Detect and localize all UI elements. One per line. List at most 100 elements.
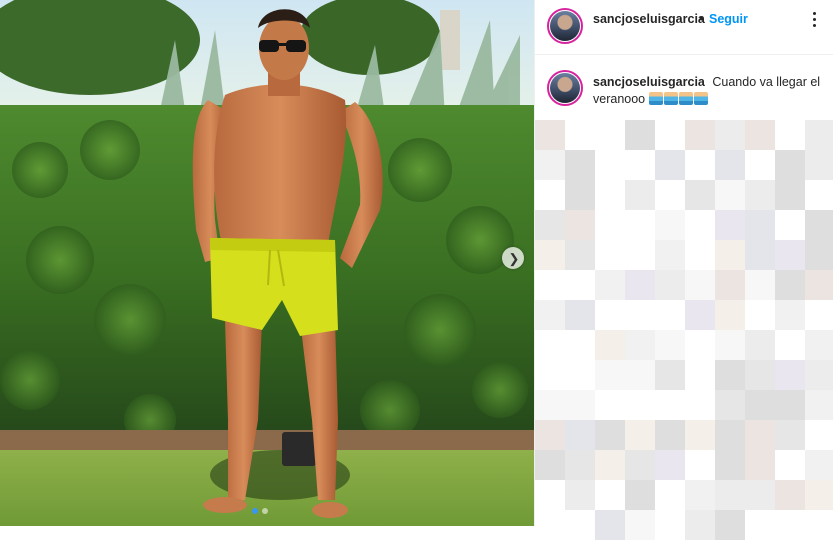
mosaic-block <box>715 480 745 510</box>
mosaic-block <box>625 450 655 480</box>
mosaic-block <box>625 480 655 510</box>
mosaic-block <box>745 390 775 420</box>
separator-dot: • <box>699 10 704 26</box>
caption-username-link[interactable]: sancjoseluisgarcia <box>593 75 705 89</box>
swimmer-emoji <box>648 92 663 105</box>
mosaic-block <box>805 150 833 180</box>
mosaic-block <box>715 210 745 240</box>
mosaic-block <box>745 360 775 390</box>
mosaic-block <box>715 300 745 330</box>
mosaic-block <box>745 120 775 150</box>
post-side-panel: sancjoseluisgarcia • Seguir sancjoseluis… <box>534 0 833 540</box>
mosaic-block <box>715 390 745 420</box>
mosaic-block <box>775 390 805 420</box>
mosaic-block <box>805 270 833 300</box>
mosaic-block <box>565 210 595 240</box>
mosaic-block <box>805 390 833 420</box>
mosaic-block <box>715 180 745 210</box>
mosaic-block <box>595 330 625 360</box>
mosaic-block <box>685 420 715 450</box>
mosaic-block <box>805 210 833 240</box>
mosaic-block <box>685 270 715 300</box>
mosaic-block <box>655 150 685 180</box>
mosaic-block <box>715 360 745 390</box>
mosaic-block <box>625 420 655 450</box>
mosaic-block <box>535 150 565 180</box>
mosaic-block <box>805 240 833 270</box>
mosaic-block <box>595 360 625 390</box>
mosaic-block <box>625 360 655 390</box>
mosaic-block <box>775 480 805 510</box>
mosaic-block <box>565 180 595 210</box>
mosaic-block <box>535 240 565 270</box>
mosaic-block <box>805 120 833 150</box>
mosaic-block <box>685 180 715 210</box>
mosaic-block <box>745 210 775 240</box>
mosaic-block <box>655 360 685 390</box>
more-options-icon[interactable] <box>805 10 823 28</box>
mosaic-block <box>805 360 833 390</box>
mosaic-block <box>805 330 833 360</box>
swimmer-emoji <box>693 92 708 105</box>
mosaic-block <box>565 240 595 270</box>
mosaic-block <box>595 420 625 450</box>
swimmer-emoji <box>678 92 693 105</box>
mosaic-block <box>715 150 745 180</box>
mosaic-block <box>775 180 805 210</box>
mosaic-block <box>685 480 715 510</box>
mosaic-block <box>535 120 565 150</box>
mosaic-block <box>565 390 595 420</box>
carousel-indicator <box>252 508 268 514</box>
mosaic-block <box>685 120 715 150</box>
mosaic-block <box>775 360 805 390</box>
mosaic-block <box>745 270 775 300</box>
mosaic-block <box>625 270 655 300</box>
mosaic-block <box>625 180 655 210</box>
carousel-dot-1 <box>252 508 258 514</box>
mosaic-block <box>775 420 805 450</box>
next-slide-button[interactable]: ❯ <box>502 247 524 269</box>
mosaic-block <box>775 300 805 330</box>
mosaic-block <box>535 420 565 450</box>
mosaic-block <box>595 510 625 540</box>
mosaic-block <box>715 240 745 270</box>
pixelated-comments-region <box>535 120 833 540</box>
mosaic-block <box>775 270 805 300</box>
mosaic-block <box>625 330 655 360</box>
mosaic-block <box>715 510 745 540</box>
mosaic-block <box>715 330 745 360</box>
mosaic-block <box>685 300 715 330</box>
post-header: sancjoseluisgarcia • Seguir <box>535 0 833 55</box>
mosaic-block <box>565 450 595 480</box>
mosaic-block <box>745 330 775 360</box>
mosaic-block <box>745 180 775 210</box>
caption-text: sancjoseluisgarcia Cuando va llegar el v… <box>593 74 823 108</box>
mosaic-block <box>655 270 685 300</box>
mosaic-block <box>625 120 655 150</box>
mosaic-block <box>535 210 565 240</box>
mosaic-block <box>745 480 775 510</box>
mosaic-block <box>595 450 625 480</box>
carousel-dot-2 <box>262 508 268 514</box>
post-photo[interactable]: ❯ <box>0 0 534 526</box>
mosaic-block <box>595 270 625 300</box>
follow-button[interactable]: Seguir <box>709 12 748 26</box>
mosaic-block <box>775 150 805 180</box>
swimmer-emoji <box>663 92 678 105</box>
mosaic-block <box>655 330 685 360</box>
mosaic-block <box>715 450 745 480</box>
chevron-right-icon: ❯ <box>508 250 520 266</box>
mosaic-block <box>745 450 775 480</box>
avatar[interactable] <box>547 8 583 44</box>
mosaic-block <box>655 420 685 450</box>
mosaic-block <box>655 240 685 270</box>
mosaic-block <box>715 270 745 300</box>
header-username-link[interactable]: sancjoseluisgarcia <box>593 12 705 26</box>
mosaic-block <box>805 480 833 510</box>
caption-avatar[interactable] <box>547 70 583 106</box>
mosaic-block <box>625 510 655 540</box>
mosaic-block <box>715 120 745 150</box>
mosaic-block <box>775 240 805 270</box>
mosaic-block <box>535 450 565 480</box>
mosaic-block <box>565 150 595 180</box>
